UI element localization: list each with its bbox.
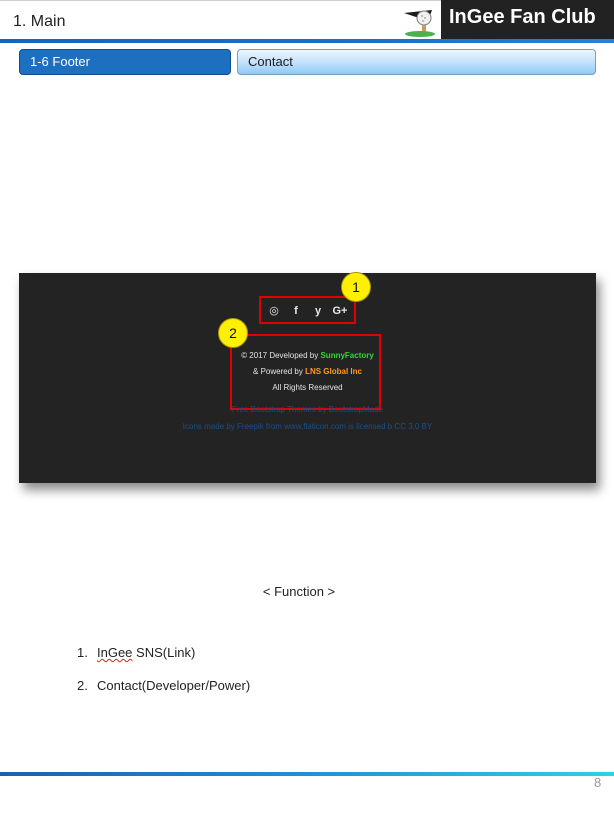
tab-contact[interactable]: Contact [237, 49, 596, 75]
highlight-box-contact [230, 334, 381, 410]
list-item: 2. Contact(Developer/Power) [77, 678, 250, 711]
list-item-lead: InGee [97, 645, 133, 660]
brand-name: InGee Fan Club [449, 6, 596, 28]
list-number: 1. [77, 645, 88, 660]
page-title: 1. Main [13, 13, 66, 30]
theme-credit[interactable]: Free Bootstrap Themes by BootstrapMade [19, 405, 596, 414]
function-list: 1. InGee SNS(Link) 2. Contact(Developer/Po… [77, 645, 250, 711]
callout-badge-2: 2 [218, 318, 248, 348]
callout-badge-1: 1 [341, 272, 371, 302]
list-item-lead: Contact(Developer/Power) [97, 678, 251, 693]
header-divider [0, 39, 614, 43]
page-number: 8 [594, 775, 602, 790]
list-item: 1. InGee SNS(Link) [77, 645, 250, 678]
list-number: 2. [77, 678, 88, 693]
function-heading: < Function > [262, 584, 336, 599]
icon-credit[interactable]: Icons made by Freepik from www.flaticon.… [19, 422, 596, 431]
highlight-box-sns [259, 296, 356, 324]
tab-footer[interactable]: 1-6 Footer [19, 49, 231, 75]
bottom-divider [0, 772, 614, 776]
golf-ball-tee-icon [398, 4, 440, 38]
list-item-text: SNS(Link) [132, 645, 196, 660]
footer-screenshot: ◎ f y G+ © 2017 Developed by SunnyFactor… [19, 273, 596, 483]
